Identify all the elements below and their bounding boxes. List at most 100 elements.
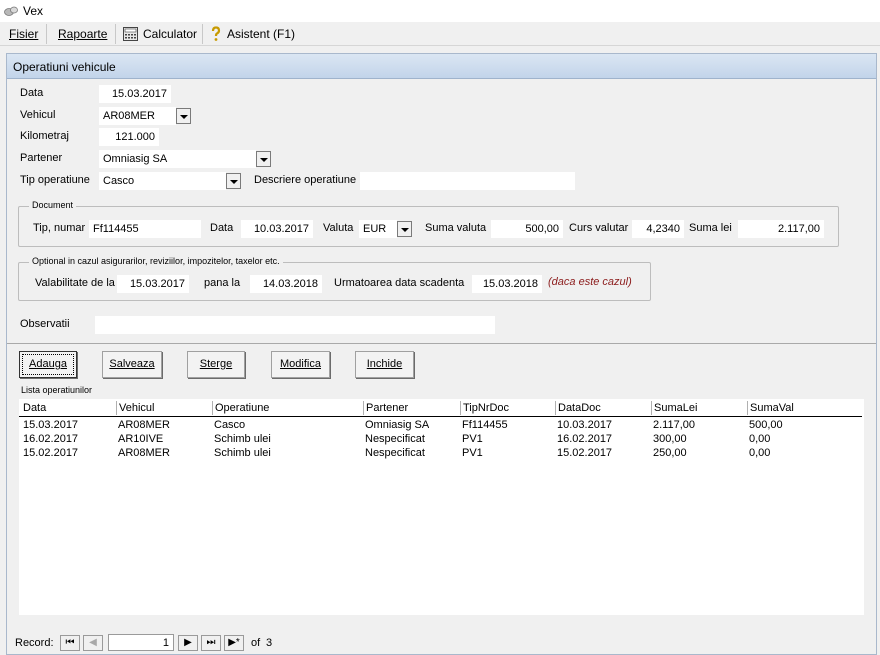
calculator-icon bbox=[123, 27, 138, 41]
inchide-label: Inchide bbox=[366, 358, 403, 370]
column-header-data[interactable]: Data bbox=[21, 401, 117, 415]
sterge-button[interactable]: Sterge bbox=[187, 351, 245, 378]
salveaza-button[interactable]: Salveaza bbox=[102, 351, 162, 378]
observatii-field[interactable] bbox=[95, 316, 495, 334]
first-record-icon[interactable]: ⏮ bbox=[60, 635, 80, 651]
adauga-button[interactable]: Adauga bbox=[19, 351, 77, 378]
pana-la-label: pana la bbox=[204, 277, 241, 289]
operatiuni-list[interactable]: Data Vehicul Operatiune Partener TipNrDo… bbox=[19, 399, 864, 615]
optional-group-title: Optional in cazul asigurarilor, reviziil… bbox=[29, 256, 283, 266]
descriere-label: Descriere operatiune bbox=[254, 174, 357, 186]
next-record-icon[interactable]: ▶ bbox=[178, 635, 198, 651]
previous-record-icon[interactable]: ◀ bbox=[83, 635, 103, 651]
column-header-operatiune[interactable]: Operatiune bbox=[212, 401, 363, 415]
column-header-sumaval[interactable]: SumaVal bbox=[747, 401, 857, 415]
adauga-label: Adauga bbox=[29, 358, 67, 370]
tip-operatiune-dropdown-button[interactable] bbox=[226, 173, 241, 189]
scadenta-label: Urmatoarea data scadenta bbox=[334, 277, 465, 289]
table-row[interactable]: 16.02.2017 AR10IVE Schimb ulei Nespecifi… bbox=[19, 432, 862, 446]
cell-datadoc: 16.02.2017 bbox=[557, 433, 613, 445]
cell-data: 16.02.2017 bbox=[23, 433, 79, 445]
cell-sumaval: 500,00 bbox=[749, 419, 783, 431]
form-header: Operatiuni vehicule bbox=[7, 54, 876, 79]
cell-operatiune: Schimb ulei bbox=[214, 447, 271, 459]
cell-operatiune: Casco bbox=[214, 419, 246, 431]
valuta-dropdown-button[interactable] bbox=[397, 221, 412, 237]
observatii-label: Observatii bbox=[20, 318, 70, 330]
cell-datadoc: 10.03.2017 bbox=[557, 419, 613, 431]
data-field[interactable]: 15.03.2017 bbox=[99, 85, 171, 103]
cell-data: 15.03.2017 bbox=[23, 419, 79, 431]
menu-asistent[interactable]: Asistent (F1) bbox=[208, 25, 297, 43]
last-record-icon[interactable]: ⏭ bbox=[201, 635, 221, 651]
title-bar: Vex bbox=[0, 0, 880, 22]
operatiuni-form: Operatiuni vehicule Data 15.03.2017 Vehi… bbox=[6, 53, 877, 655]
data-label: Data bbox=[20, 87, 44, 99]
partener-dropdown-button[interactable] bbox=[256, 151, 271, 167]
sterge-label: Sterge bbox=[199, 358, 233, 370]
valuta-label: Valuta bbox=[323, 222, 354, 234]
valabilitate-label: Valabilitate de la bbox=[35, 277, 115, 289]
column-header-tipnrdoc[interactable]: TipNrDoc bbox=[460, 401, 556, 415]
column-header-partener[interactable]: Partener bbox=[363, 401, 460, 415]
column-header-datadoc[interactable]: DataDoc bbox=[555, 401, 652, 415]
suma-lei-label: Suma lei bbox=[689, 222, 732, 234]
inchide-button[interactable]: Inchide bbox=[355, 351, 414, 378]
cell-sumaval: 0,00 bbox=[749, 447, 771, 459]
suma-valuta-field[interactable]: 500,00 bbox=[491, 220, 563, 238]
modifica-button[interactable]: Modifica bbox=[271, 351, 330, 378]
menu-fisier-label: Fisier bbox=[9, 27, 39, 41]
menu-rapoarte[interactable]: Rapoarte bbox=[56, 25, 109, 43]
kilometraj-field[interactable]: 121.000 bbox=[99, 128, 159, 146]
valuta-select[interactable]: EUR bbox=[359, 220, 397, 238]
cell-sumalei: 300,00 bbox=[653, 433, 687, 445]
pana-la-field[interactable]: 14.03.2018 bbox=[250, 275, 322, 293]
menu-asistent-label: Asistent (F1) bbox=[227, 27, 296, 41]
section-divider bbox=[7, 343, 876, 344]
menu-separator bbox=[202, 24, 203, 44]
cell-data: 15.02.2017 bbox=[23, 447, 79, 459]
vehicul-label: Vehicul bbox=[20, 109, 56, 121]
header-divider bbox=[19, 416, 862, 417]
document-data-label: Data bbox=[210, 222, 234, 234]
tip-numar-label: Tip, numar bbox=[33, 222, 86, 234]
cell-datadoc: 15.02.2017 bbox=[557, 447, 613, 459]
vehicul-dropdown-button[interactable] bbox=[176, 108, 191, 124]
of-label: of bbox=[251, 637, 261, 649]
cell-tipnrdoc: Ff114455 bbox=[462, 419, 508, 431]
cell-tipnrdoc: PV1 bbox=[462, 447, 483, 459]
menu-calculator[interactable]: Calculator bbox=[121, 25, 199, 43]
column-header-vehicul[interactable]: Vehicul bbox=[116, 401, 212, 415]
app-icon bbox=[4, 6, 18, 16]
suma-lei-field[interactable]: 2.117,00 bbox=[738, 220, 824, 238]
current-record-field[interactable]: 1 bbox=[108, 634, 174, 651]
scadenta-hint: (daca este cazul) bbox=[548, 276, 632, 288]
document-data-field[interactable]: 10.03.2017 bbox=[241, 220, 313, 238]
cell-operatiune: Schimb ulei bbox=[214, 433, 271, 445]
curs-valutar-field[interactable]: 4,2340 bbox=[632, 220, 684, 238]
kilometraj-label: Kilometraj bbox=[20, 130, 69, 142]
curs-valutar-label: Curs valutar bbox=[569, 222, 629, 234]
partener-select[interactable]: Omniasig SA bbox=[99, 150, 256, 168]
table-row[interactable]: 15.03.2017 AR08MER Casco Omniasig SA Ff1… bbox=[19, 418, 862, 432]
new-record-icon[interactable]: ▶* bbox=[224, 635, 244, 651]
cell-tipnrdoc: PV1 bbox=[462, 433, 483, 445]
tip-numar-field[interactable]: Ff114455 bbox=[89, 220, 201, 238]
menu-fisier[interactable]: Fisier bbox=[7, 25, 40, 43]
valabilitate-field[interactable]: 15.03.2017 bbox=[117, 275, 189, 293]
cell-sumalei: 2.117,00 bbox=[653, 419, 696, 431]
list-title: Lista operatiunilor bbox=[21, 385, 93, 395]
menu-rapoarte-label: Rapoarte bbox=[58, 27, 108, 41]
scadenta-field[interactable]: 15.03.2018 bbox=[472, 275, 542, 293]
tip-operatiune-select[interactable]: Casco bbox=[99, 172, 226, 190]
tip-operatiune-label: Tip operatiune bbox=[20, 174, 90, 186]
cell-partener: Nespecificat bbox=[365, 433, 425, 445]
table-row[interactable]: 15.02.2017 AR08MER Schimb ulei Nespecifi… bbox=[19, 446, 862, 460]
descriere-field[interactable] bbox=[360, 172, 575, 190]
cell-partener: Omniasig SA bbox=[365, 419, 430, 431]
modifica-label: Modifica bbox=[280, 358, 321, 370]
vehicul-select[interactable]: AR08MER bbox=[99, 107, 176, 125]
cell-vehicul: AR08MER bbox=[118, 447, 170, 459]
column-header-sumalei[interactable]: SumaLei bbox=[651, 401, 748, 415]
record-label: Record: bbox=[15, 637, 54, 649]
